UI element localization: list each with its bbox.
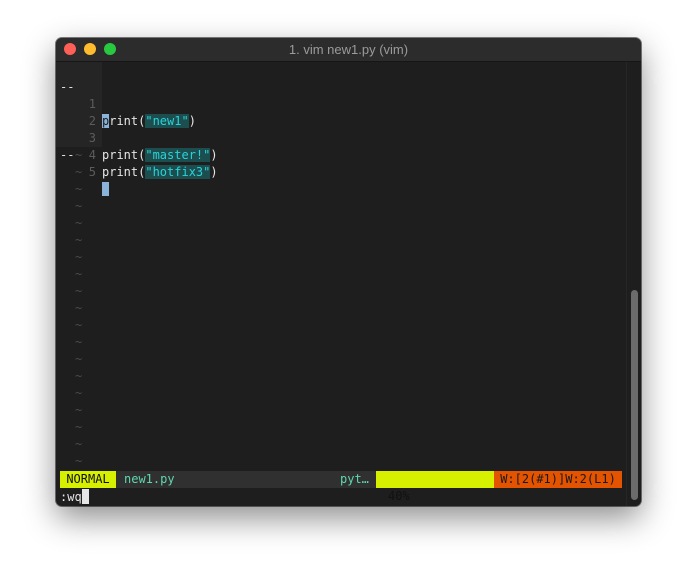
code-string: "master!" — [145, 148, 211, 162]
scrollbar-track[interactable] — [626, 62, 641, 506]
vim-editor-buffer[interactable]: -- 1 print("new1") 2 3 print("master!") … — [56, 62, 626, 506]
tilde-marker: ~ — [75, 437, 83, 451]
buffer-line-2[interactable]: 2 — [56, 79, 99, 128]
tilde-marker: ~ — [75, 165, 83, 179]
tilde-marker: ~ — [75, 267, 83, 281]
command-cursor — [81, 489, 89, 504]
status-warnings: W:[2(#1)]W:2(L1) — [494, 471, 622, 488]
scrollbar-thumb[interactable] — [631, 290, 638, 500]
code-paren: ) — [188, 114, 196, 128]
tilde-marker: ~ — [75, 420, 83, 434]
status-percent: 40% — [388, 489, 410, 503]
vim-statusline: NORMAL new1.py pyt… 40% ≡ 2: 1 W:[2(#1)]… — [60, 471, 622, 503]
code-function: print( — [102, 148, 146, 162]
code-paren: ) — [210, 148, 218, 162]
git-sign: -- — [60, 148, 75, 162]
lines-icon: ≡ — [417, 505, 424, 506]
code-string: "hotfix3" — [145, 165, 211, 179]
buffer-line-5[interactable]: -- 5 — [56, 130, 110, 196]
window-title: 1. vim new1.py (vim) — [288, 42, 409, 57]
tilde-marker: ~ — [75, 352, 83, 366]
tilde-marker: ~ — [75, 284, 83, 298]
tilde-marker: ~ — [75, 199, 83, 213]
command-line[interactable]: :wq — [60, 489, 89, 506]
status-filename: new1.py — [124, 472, 175, 486]
tilde-marker: ~ — [75, 454, 83, 468]
buffer-line-1[interactable]: -- 1 print("new1") — [56, 62, 196, 128]
tilde-marker: ~ — [75, 250, 83, 264]
code-string: "new1" — [145, 114, 189, 128]
command-text: :wq — [60, 490, 82, 504]
code-paren: ) — [210, 165, 218, 179]
code-text[interactable] — [102, 181, 110, 198]
code-function: rint( — [109, 114, 146, 128]
code-text[interactable]: print("new1") — [102, 113, 196, 130]
tilde-marker: ~ — [75, 216, 83, 230]
tilde-marker: ~ — [75, 233, 83, 247]
code-text[interactable]: print("hotfix3") — [102, 164, 218, 181]
tilde-marker: ~ — [75, 148, 83, 162]
status-position: 40% ≡ 2: 1 — [376, 471, 494, 503]
mode-indicator: NORMAL — [60, 471, 116, 488]
tilde-marker: ~ — [75, 369, 83, 383]
buffer-line-4[interactable]: 4 print("hotfix3") — [56, 113, 218, 179]
tilde-marker: ~ — [75, 301, 83, 315]
visual-cursor — [102, 182, 110, 196]
status-filetype: pyt… — [340, 472, 369, 486]
tilde-marker: ~ — [75, 403, 83, 417]
tilde-marker: ~ — [75, 335, 83, 349]
code-text[interactable]: print("master!") — [102, 147, 218, 164]
tilde-marker: ~ — [75, 318, 83, 332]
title-bar[interactable]: 1. vim new1.py (vim) — [56, 38, 641, 62]
code-function: print( — [102, 165, 146, 179]
line-number: 5 — [88, 165, 96, 179]
terminal-window: 1. vim new1.py (vim) -- 1 print("new1") … — [56, 38, 641, 506]
buffer-line-3[interactable]: 3 print("master!") — [56, 96, 218, 162]
tilde-marker: ~ — [75, 182, 83, 196]
tilde-marker: ~ — [75, 386, 83, 400]
